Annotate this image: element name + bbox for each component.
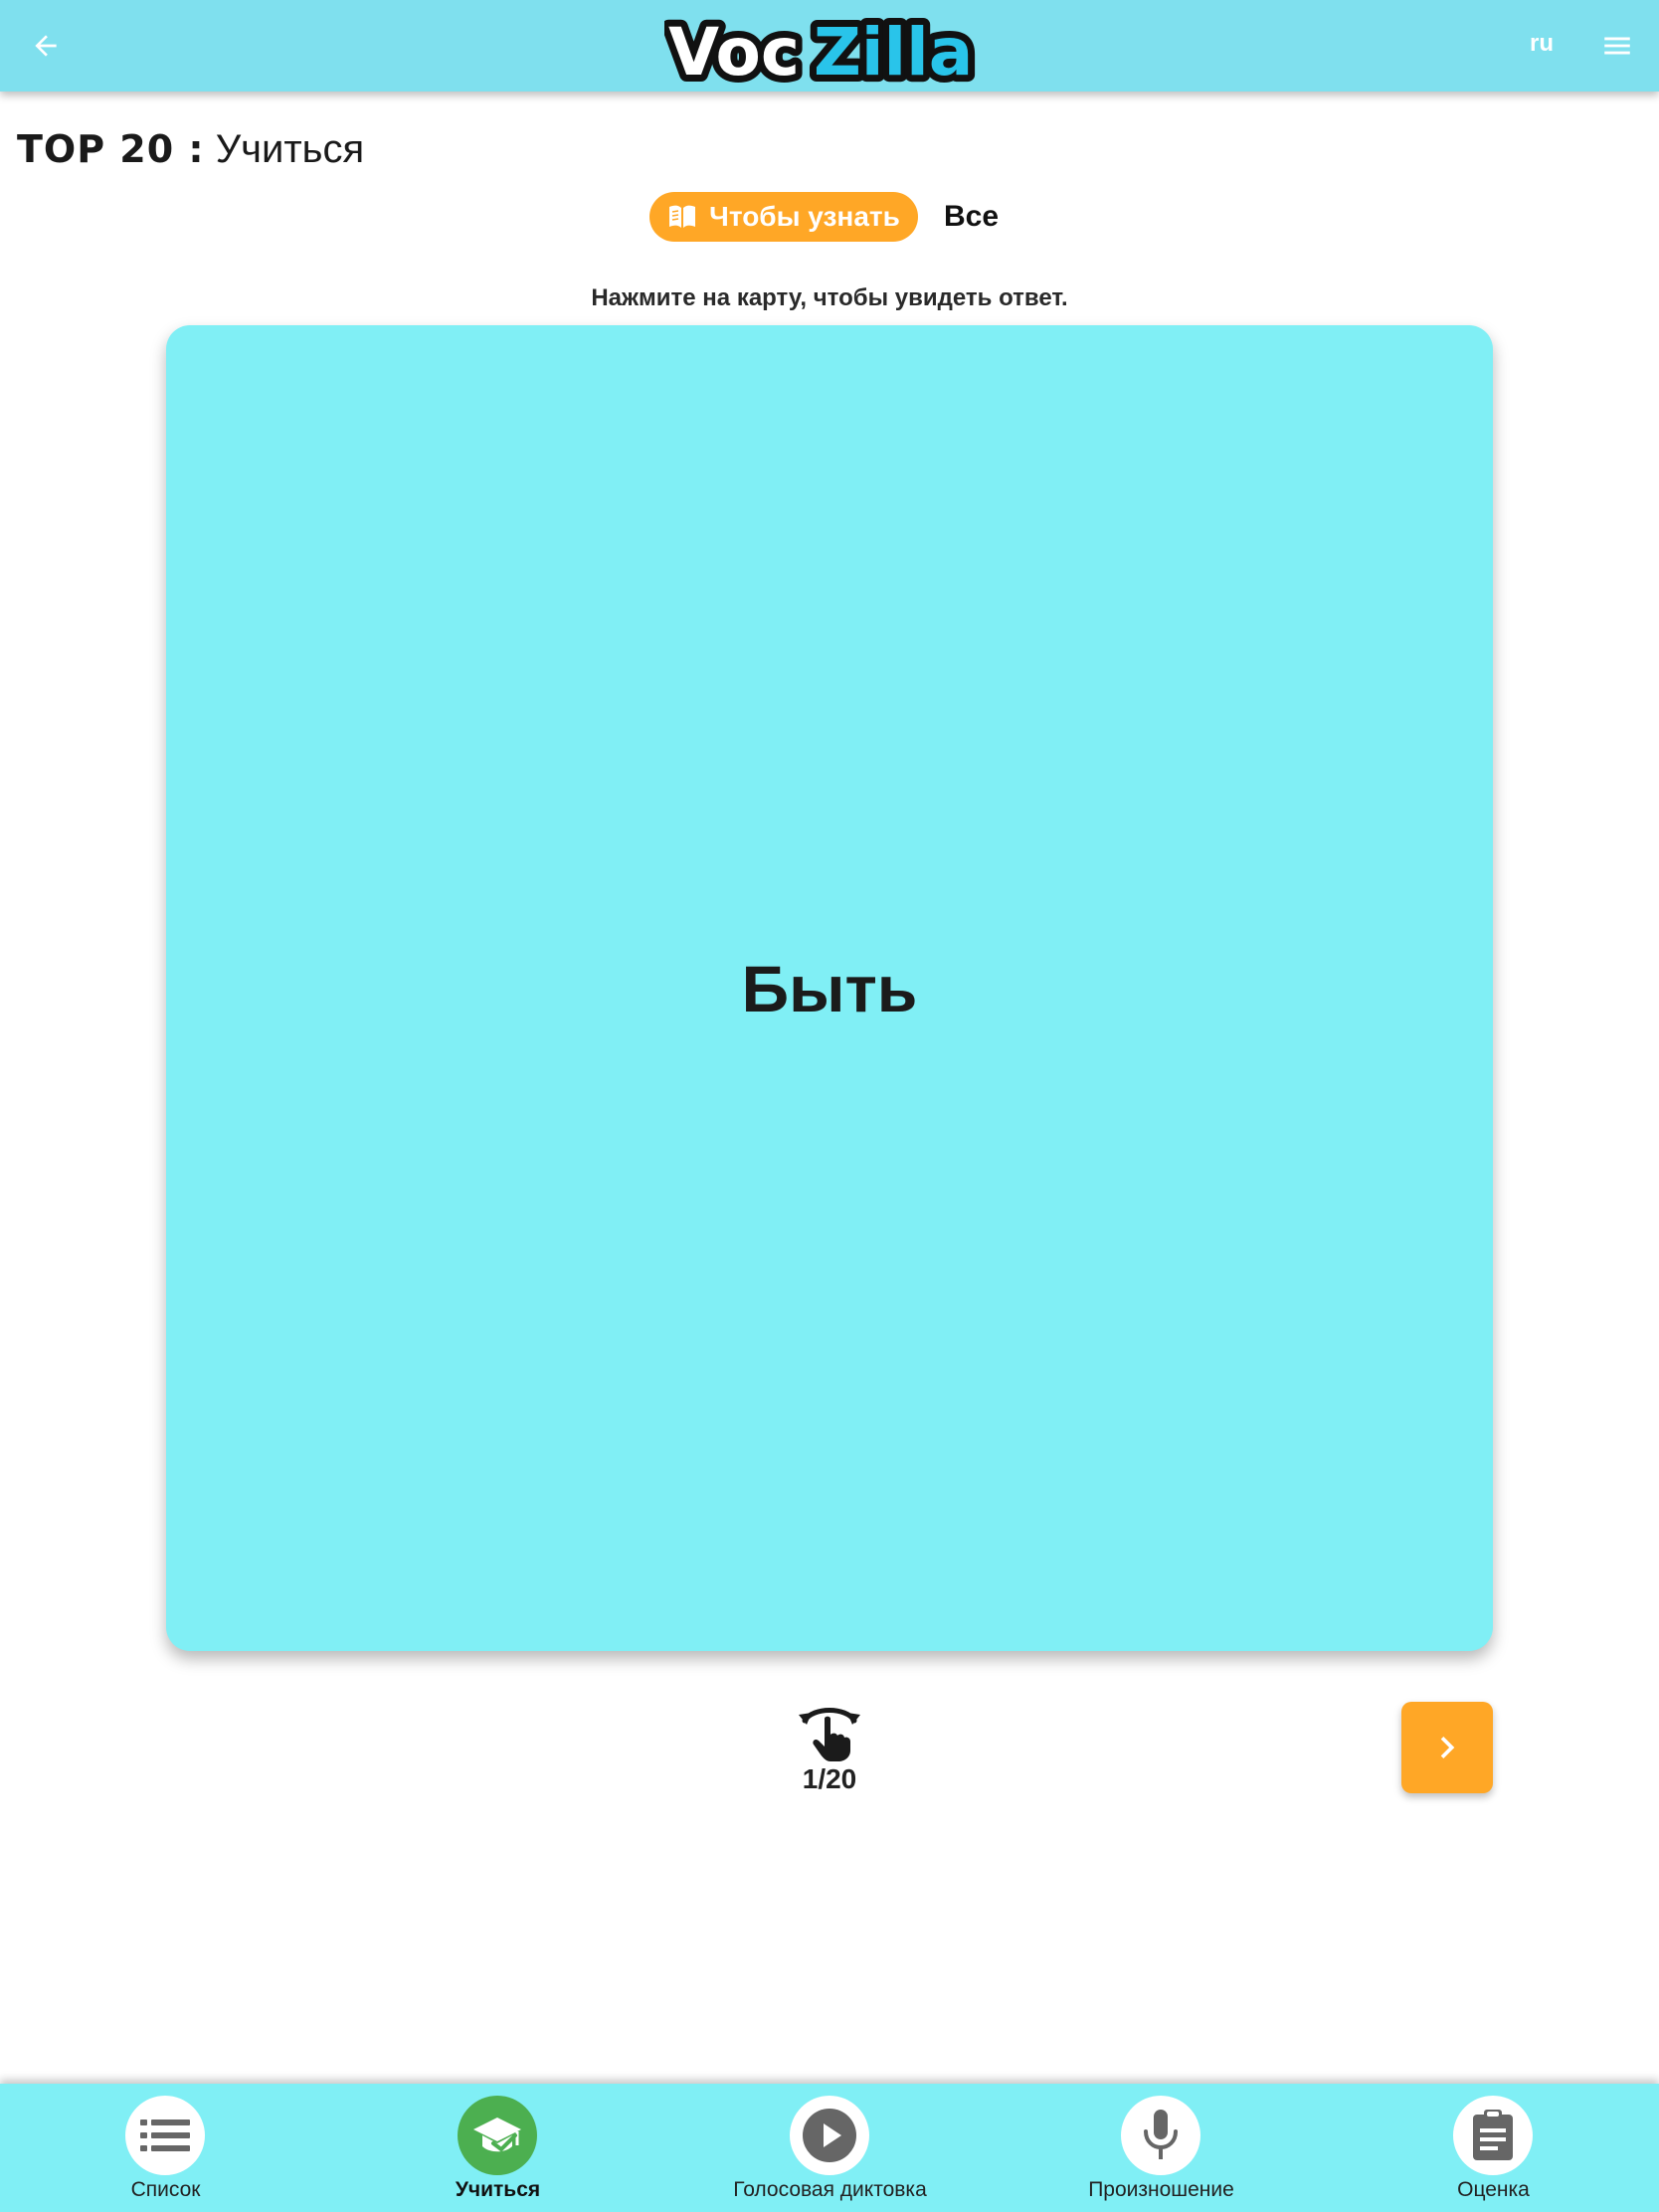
nav-icon-circle (458, 2096, 537, 2175)
open-book-icon (669, 205, 696, 228)
list-icon (140, 2120, 190, 2151)
card-counter: 1/20 (802, 1763, 857, 1794)
svg-text:Voc: Voc (668, 14, 800, 87)
graduation-cap-icon (473, 2118, 521, 2152)
nav-icon-circle (790, 2096, 869, 2175)
nav-label: Произношение (1088, 2178, 1234, 2201)
tap-rotate-icon[interactable] (797, 1703, 862, 1762)
language-selector[interactable]: ru (1530, 30, 1554, 58)
filter-to-learn-button[interactable]: Чтобы узнать (649, 192, 918, 242)
svg-text:Zilla: Zilla (814, 14, 973, 87)
nav-label: Список (130, 2178, 201, 2201)
hamburger-menu-icon (1604, 37, 1630, 55)
nav-item-list[interactable]: Список (0, 2084, 331, 2212)
back-button[interactable] (18, 18, 74, 74)
nav-label: Учиться (455, 2178, 541, 2201)
nav-icon-circle (1121, 2096, 1200, 2175)
top-app-bar: Voc Voc Zilla Zilla ru (0, 0, 1659, 92)
card-hint: Нажмите на карту, чтобы увидеть ответ. (591, 284, 1068, 311)
nav-label: Оценка (1457, 2178, 1530, 2201)
clipboard-icon (1473, 2110, 1513, 2160)
flashcard[interactable]: Быть (166, 325, 1493, 1651)
chevron-right-icon (1440, 1737, 1455, 1758)
nav-icon-circle (125, 2096, 205, 2175)
next-card-button[interactable] (1401, 1702, 1493, 1793)
arrow-left-icon (35, 35, 57, 57)
page-title: TOP 20 : Учиться (17, 127, 364, 172)
nav-icon-circle (1453, 2096, 1533, 2175)
nav-item-assessment[interactable]: Оценка (1328, 2084, 1659, 2212)
nav-item-learn[interactable]: Учиться (332, 2084, 663, 2212)
play-icon (803, 2109, 856, 2162)
mode-name: Учиться (215, 127, 365, 171)
bottom-navigation: Список Учиться Голосовая диктовка Произн… (0, 2084, 1659, 2212)
microphone-icon (1144, 2110, 1178, 2159)
nav-label: Голосовая диктовка (733, 2178, 927, 2201)
nav-item-voice-dictation[interactable]: Голосовая диктовка (664, 2084, 996, 2212)
filter-to-learn-label: Чтобы узнать (709, 201, 900, 232)
list-name: TOP 20 : (17, 127, 205, 171)
menu-button[interactable] (1593, 22, 1641, 70)
filter-all-button[interactable]: Все (930, 192, 1013, 242)
nav-item-pronunciation[interactable]: Произношение (996, 2084, 1327, 2212)
voczilla-logo: Voc Voc Zilla Zilla (664, 7, 980, 87)
flashcard-word: Быть (741, 951, 918, 1025)
